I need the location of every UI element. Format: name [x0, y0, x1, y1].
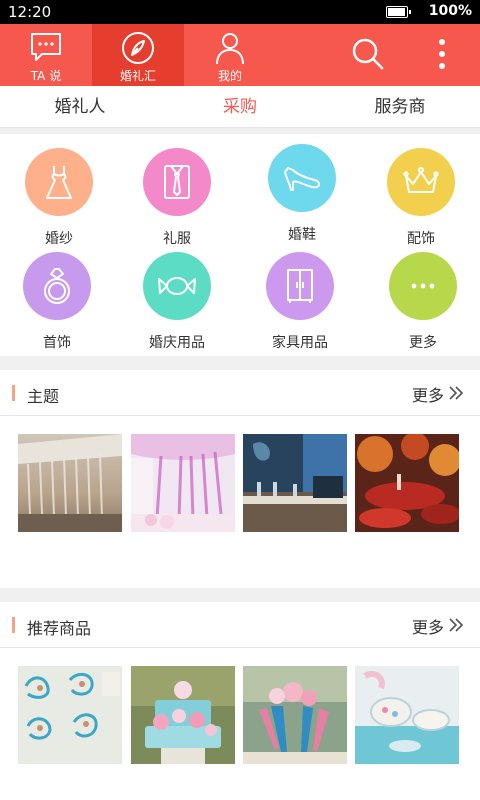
app-bar: TA 说 婚礼汇 我的	[0, 24, 480, 86]
theme-thumbnail[interactable]	[243, 434, 347, 532]
category-accessories[interactable]: 配饰	[366, 148, 476, 248]
tab-purchase[interactable]: 采购	[160, 86, 320, 128]
more-vertical-icon	[439, 39, 445, 69]
high-heel-icon	[268, 144, 336, 212]
status-bar: 12:20 100%	[0, 0, 480, 24]
product-thumbnail[interactable]	[131, 666, 235, 764]
section-accent	[12, 617, 15, 633]
wedding-dress-icon	[25, 148, 93, 216]
nav-wedding-hub[interactable]: 婚礼汇	[92, 24, 184, 86]
wardrobe-icon	[266, 252, 334, 320]
category-formal-wear[interactable]: 礼服	[122, 148, 232, 248]
chat-bubble-icon	[28, 30, 64, 66]
status-time: 12:20	[8, 3, 52, 21]
section-accent	[12, 385, 15, 401]
double-chevron-right-icon[interactable]	[448, 616, 464, 634]
suit-tie-icon	[143, 148, 211, 216]
more-link[interactable]: 更多	[412, 614, 444, 638]
tab-bar: 婚礼人 采购 服务商	[0, 86, 480, 128]
category-wedding-supplies[interactable]: 婚庆用品	[122, 252, 232, 352]
theme-thumbnail[interactable]	[355, 434, 459, 532]
category-furniture[interactable]: 家具用品	[245, 252, 355, 352]
product-thumbnail[interactable]	[18, 666, 122, 764]
crown-icon	[387, 148, 455, 216]
category-label: 家具用品	[272, 335, 328, 351]
category-wedding-dress[interactable]: 婚纱	[4, 148, 114, 248]
section-header: 主题 更多	[0, 370, 480, 416]
theme-thumbnail[interactable]	[131, 434, 235, 532]
category-wedding-shoes[interactable]: 婚鞋	[247, 144, 357, 244]
category-label: 更多	[409, 335, 437, 351]
category-label: 婚纱	[45, 231, 73, 247]
nav-label: TA 说	[30, 69, 62, 83]
tab-service-providers[interactable]: 服务商	[320, 86, 480, 128]
section-recommended-products: 推荐商品 更多	[0, 602, 480, 800]
product-thumbnail[interactable]	[355, 666, 459, 764]
overflow-menu-button[interactable]	[422, 32, 462, 76]
ring-icon	[23, 252, 91, 320]
category-label: 首饰	[43, 335, 71, 351]
category-label: 配饰	[407, 231, 435, 247]
category-label: 礼服	[163, 231, 191, 247]
nav-mine[interactable]: 我的	[184, 24, 276, 86]
category-jewelry[interactable]: 首饰	[2, 252, 112, 352]
nav-label: 婚礼汇	[119, 69, 156, 83]
profile-icon	[212, 30, 248, 66]
search-icon	[352, 38, 384, 70]
category-more[interactable]: 更多	[368, 252, 478, 352]
nav-ta-says[interactable]: TA 说	[0, 24, 92, 86]
more-link[interactable]: 更多	[412, 382, 444, 406]
compass-icon	[120, 30, 156, 66]
product-thumbnail[interactable]	[243, 666, 347, 764]
search-button[interactable]	[348, 32, 388, 76]
section-themes: 主题 更多	[0, 370, 480, 588]
section-header: 推荐商品 更多	[0, 602, 480, 648]
battery-percent: 100%	[428, 3, 472, 19]
theme-thumbnail[interactable]	[18, 434, 122, 532]
candy-icon	[143, 252, 211, 320]
tab-wedding-people[interactable]: 婚礼人	[0, 86, 160, 128]
section-title: 主题	[27, 387, 60, 406]
nav-label: 我的	[217, 69, 242, 83]
more-dots-icon	[389, 252, 457, 320]
category-label: 婚庆用品	[149, 335, 205, 351]
battery-icon	[386, 6, 411, 18]
category-grid: 婚纱 礼服 婚鞋 配饰 首饰 婚庆用品 家具用品 更多	[0, 134, 480, 356]
category-label: 婚鞋	[288, 227, 316, 243]
double-chevron-right-icon[interactable]	[448, 384, 464, 402]
section-title: 推荐商品	[27, 619, 92, 638]
